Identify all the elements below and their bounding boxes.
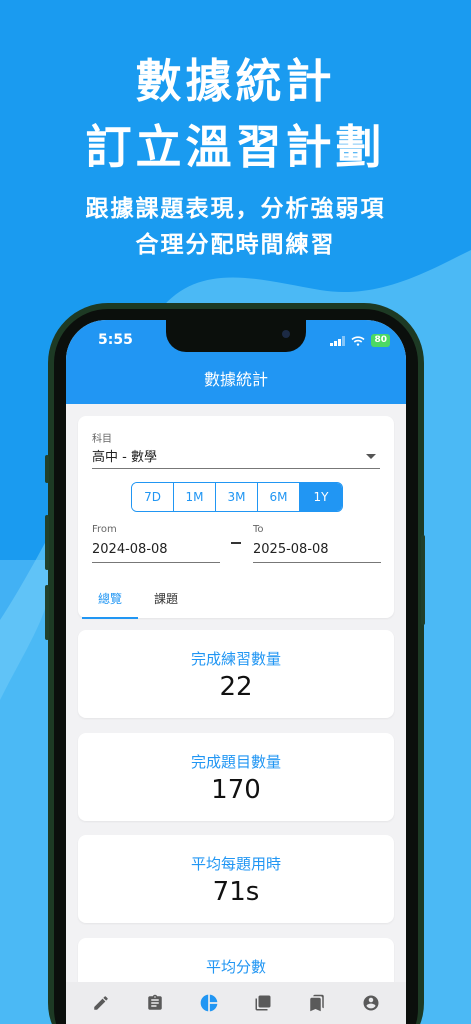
from-label: From <box>92 524 117 535</box>
promo-subtitle-line2: 合理分配時間練習 <box>135 232 336 258</box>
phone-side-button <box>45 585 49 640</box>
nav-library[interactable] <box>249 989 277 1017</box>
from-underline <box>92 562 220 563</box>
tab-topics[interactable]: 課題 <box>138 582 194 619</box>
status-bar: 5:55 80 <box>66 320 406 368</box>
promo-subtitle-line1: 跟據課題表現，分析強弱項 <box>85 196 386 222</box>
subject-value: 高中 - 數學 <box>92 450 157 465</box>
range-button-1m[interactable]: 1M <box>174 483 216 511</box>
tab-bar: 總覽 課題 <box>82 582 194 619</box>
clipboard-icon <box>148 994 162 1010</box>
bookmarks-icon <box>310 994 324 1012</box>
to-date-field[interactable]: 2025-08-08 <box>253 542 329 557</box>
range-button-3m[interactable]: 3M <box>216 483 258 511</box>
to-label: To <box>253 524 264 535</box>
stat-label: 完成練習數量 <box>190 650 281 668</box>
pencil-icon <box>94 996 108 1010</box>
range-button-6m[interactable]: 6M <box>258 483 300 511</box>
promo-title-line1: 數據統計 <box>135 54 336 108</box>
stat-value: 170 <box>211 775 261 805</box>
nav-tasks[interactable] <box>141 989 169 1017</box>
signal-icon <box>330 335 346 346</box>
stat-value: 71s <box>212 877 260 907</box>
date-range-selector: 7D 1M 3M 6M 1Y <box>131 482 343 512</box>
phone-screen: 5:55 80 數據統計 科目 高中 - 數學 7D 1M 3M 6M 1Y F… <box>66 320 406 1024</box>
bottom-nav <box>66 982 406 1024</box>
date-separator <box>231 542 241 544</box>
camera-icon <box>282 330 290 338</box>
stat-card-questions: 完成題目數量 170 <box>78 733 394 821</box>
stat-card-avg-time: 平均每題用時 71s <box>78 835 394 923</box>
stat-value: 22 <box>219 672 253 702</box>
nav-bookmarks[interactable] <box>303 989 331 1017</box>
stat-label: 平均每題用時 <box>190 855 281 873</box>
wifi-icon <box>351 335 366 346</box>
phone-side-button <box>45 455 49 483</box>
phone-side-button <box>45 515 49 570</box>
battery-icon: 80 <box>371 334 390 347</box>
caret-down-icon <box>366 454 376 459</box>
status-time: 5:55 <box>98 332 133 348</box>
filter-card: 科目 高中 - 數學 7D 1M 3M 6M 1Y From 2024-08-0… <box>78 416 394 619</box>
from-date-field[interactable]: 2024-08-08 <box>92 542 168 557</box>
page-title: 數據統計 <box>203 370 268 389</box>
stat-card-practices: 完成練習數量 22 <box>78 630 394 718</box>
nav-statistics[interactable] <box>195 989 223 1017</box>
stat-label: 平均分數 <box>205 958 266 976</box>
range-button-1y[interactable]: 1Y <box>300 483 342 511</box>
promo-title-line2: 訂立溫習計劃 <box>85 120 386 174</box>
subject-select[interactable]: 高中 - 數學 <box>92 444 380 468</box>
stat-label: 完成題目數量 <box>190 753 281 771</box>
notch <box>166 320 306 352</box>
to-underline <box>253 562 381 563</box>
phone-side-button <box>421 535 425 625</box>
account-icon <box>363 995 379 1011</box>
pie-chart-icon <box>200 994 218 1012</box>
nav-practice[interactable] <box>87 989 115 1017</box>
range-button-7d[interactable]: 7D <box>132 483 174 511</box>
nav-account[interactable] <box>357 989 385 1017</box>
tab-overview[interactable]: 總覽 <box>82 582 138 619</box>
app-bar: 數據統計 <box>66 368 406 404</box>
status-icons: 80 <box>330 334 390 347</box>
subject-label: 科目 <box>92 434 112 445</box>
library-icon <box>255 995 271 1011</box>
subject-underline <box>92 468 380 469</box>
